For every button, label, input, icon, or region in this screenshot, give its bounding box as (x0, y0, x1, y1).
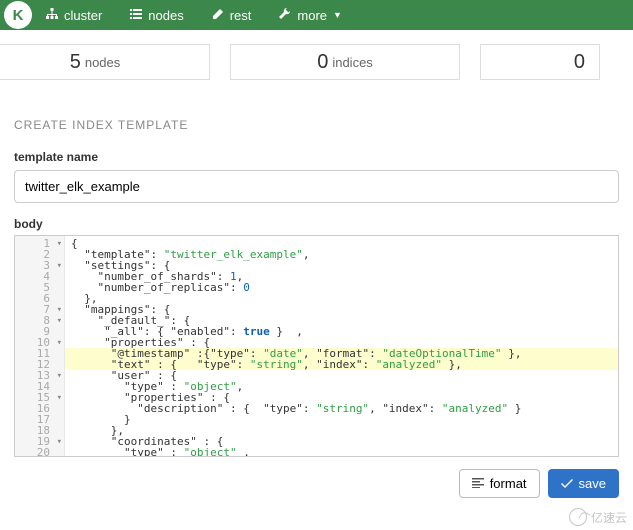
template-name-input[interactable] (14, 170, 619, 203)
check-icon (561, 476, 573, 491)
button-label: save (579, 476, 606, 491)
list-icon (130, 8, 142, 23)
stats-row: 5 nodes 0 indices 0 (0, 30, 633, 80)
align-icon (472, 476, 484, 491)
button-row: format save (0, 469, 633, 498)
page-title: CREATE INDEX TEMPLATE (14, 118, 619, 132)
stat-nodes[interactable]: 5 nodes (0, 44, 210, 80)
watermark-text: 亿速云 (591, 509, 627, 526)
watermark: 亿速云 (569, 508, 627, 526)
nav-label: more (297, 8, 327, 23)
stat-label: indices (332, 55, 372, 70)
nav-label: rest (230, 8, 252, 23)
stat-label: nodes (85, 55, 120, 70)
template-name-label: template name (14, 150, 619, 164)
brand-logo[interactable]: K (4, 1, 32, 29)
stat-indices[interactable]: 0 indices (230, 44, 460, 80)
code-gutter: 1▾23▾4567▾8▾910▾111213▾1415▾16171819▾20 (15, 236, 65, 456)
code-editor[interactable]: 1▾23▾4567▾8▾910▾111213▾1415▾16171819▾20 … (14, 235, 619, 457)
format-button[interactable]: format (459, 469, 540, 498)
sitemap-icon (46, 8, 58, 23)
nav-label: nodes (148, 8, 183, 23)
nav-label: cluster (64, 8, 102, 23)
stat-value: 0 (574, 51, 585, 74)
nav-nodes[interactable]: nodes (116, 8, 197, 23)
button-label: format (490, 476, 527, 491)
wrench-icon (279, 8, 291, 23)
edit-icon (212, 8, 224, 23)
top-nav: K cluster nodes rest more ▼ (0, 0, 633, 30)
nav-rest[interactable]: rest (198, 8, 266, 23)
caret-down-icon: ▼ (333, 10, 342, 20)
nav-cluster[interactable]: cluster (32, 8, 116, 23)
code-editor-scroll[interactable]: 1▾23▾4567▾8▾910▾111213▾1415▾16171819▾20 … (15, 236, 618, 456)
code-body[interactable]: { "template": "twitter_elk_example", "se… (65, 236, 618, 456)
page-content: CREATE INDEX TEMPLATE template name body… (0, 80, 633, 457)
body-label: body (14, 217, 619, 231)
cloud-icon (569, 508, 587, 526)
stat-value: 5 (70, 51, 81, 74)
stat-other[interactable]: 0 (480, 44, 600, 80)
nav-more[interactable]: more ▼ (265, 8, 356, 23)
save-button[interactable]: save (548, 469, 619, 498)
stat-value: 0 (317, 51, 328, 74)
